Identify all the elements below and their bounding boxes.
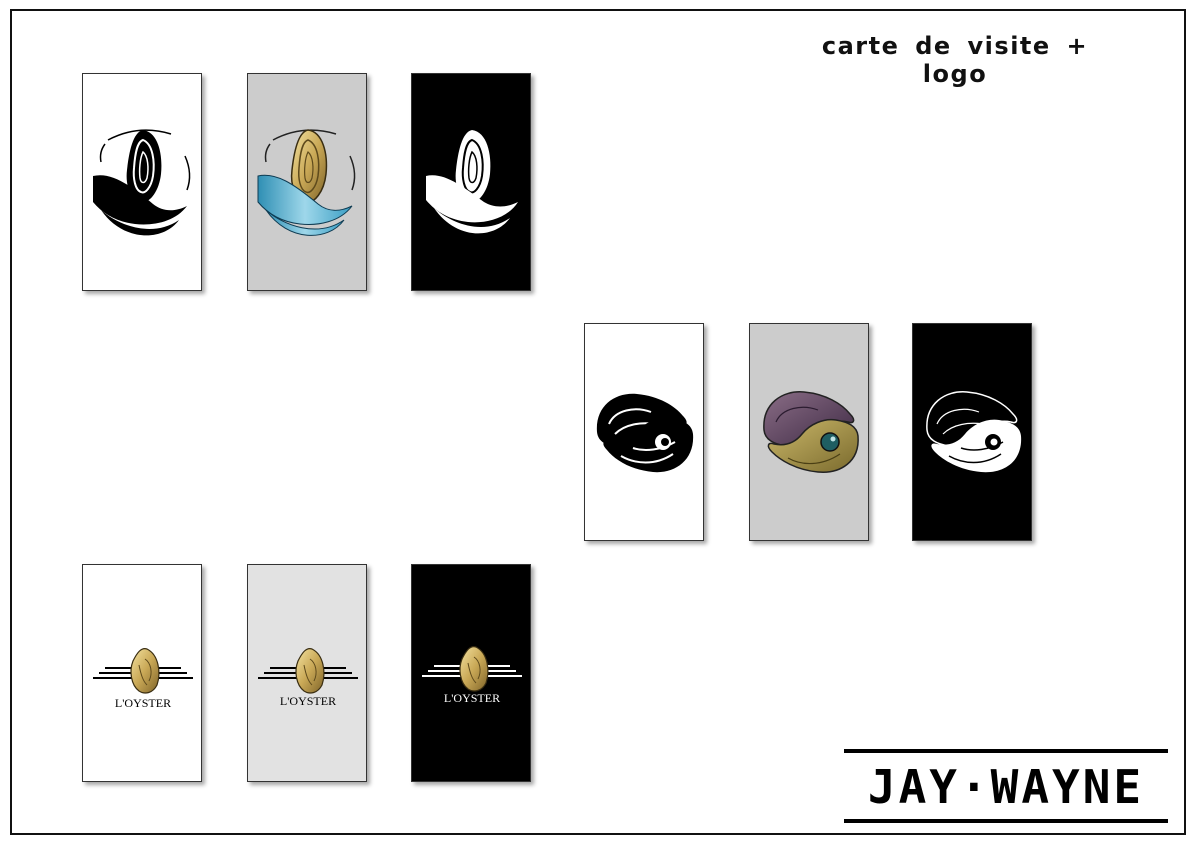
business-card-wave-black[interactable]: [411, 73, 531, 291]
business-card-wave-white[interactable]: [82, 73, 202, 291]
yin-yang-oyster-icon: [926, 391, 1022, 473]
gold-oyster-icon: L'OYSTER: [422, 646, 522, 705]
page-title: carte de visite + logo: [821, 32, 1089, 88]
yin-yang-oyster-icon: [763, 391, 859, 473]
business-card-wave-grey[interactable]: [247, 73, 367, 291]
brand-name: L'OYSTER: [280, 694, 336, 708]
signature-text: JAY·WAYNE: [868, 760, 1144, 814]
wave-oyster-icon: [257, 129, 356, 236]
business-card-brand-black[interactable]: L'OYSTER: [411, 564, 531, 782]
wave-oyster-icon: [426, 130, 518, 234]
yin-yang-oyster-icon: [596, 393, 694, 473]
business-card-yinyang-black[interactable]: [912, 323, 1032, 541]
brand-name: L'OYSTER: [115, 696, 171, 710]
signature-logo: JAY·WAYNE: [840, 745, 1172, 827]
gold-oyster-icon: L'OYSTER: [93, 648, 193, 710]
wave-oyster-icon: [93, 129, 191, 236]
business-card-brand-light-grey[interactable]: L'OYSTER: [247, 564, 367, 782]
business-card-brand-white[interactable]: L'OYSTER: [82, 564, 202, 782]
business-card-yinyang-grey[interactable]: [749, 323, 869, 541]
brand-name: L'OYSTER: [444, 691, 500, 705]
business-card-yinyang-white[interactable]: [584, 323, 704, 541]
gold-oyster-icon: L'OYSTER: [258, 648, 358, 708]
